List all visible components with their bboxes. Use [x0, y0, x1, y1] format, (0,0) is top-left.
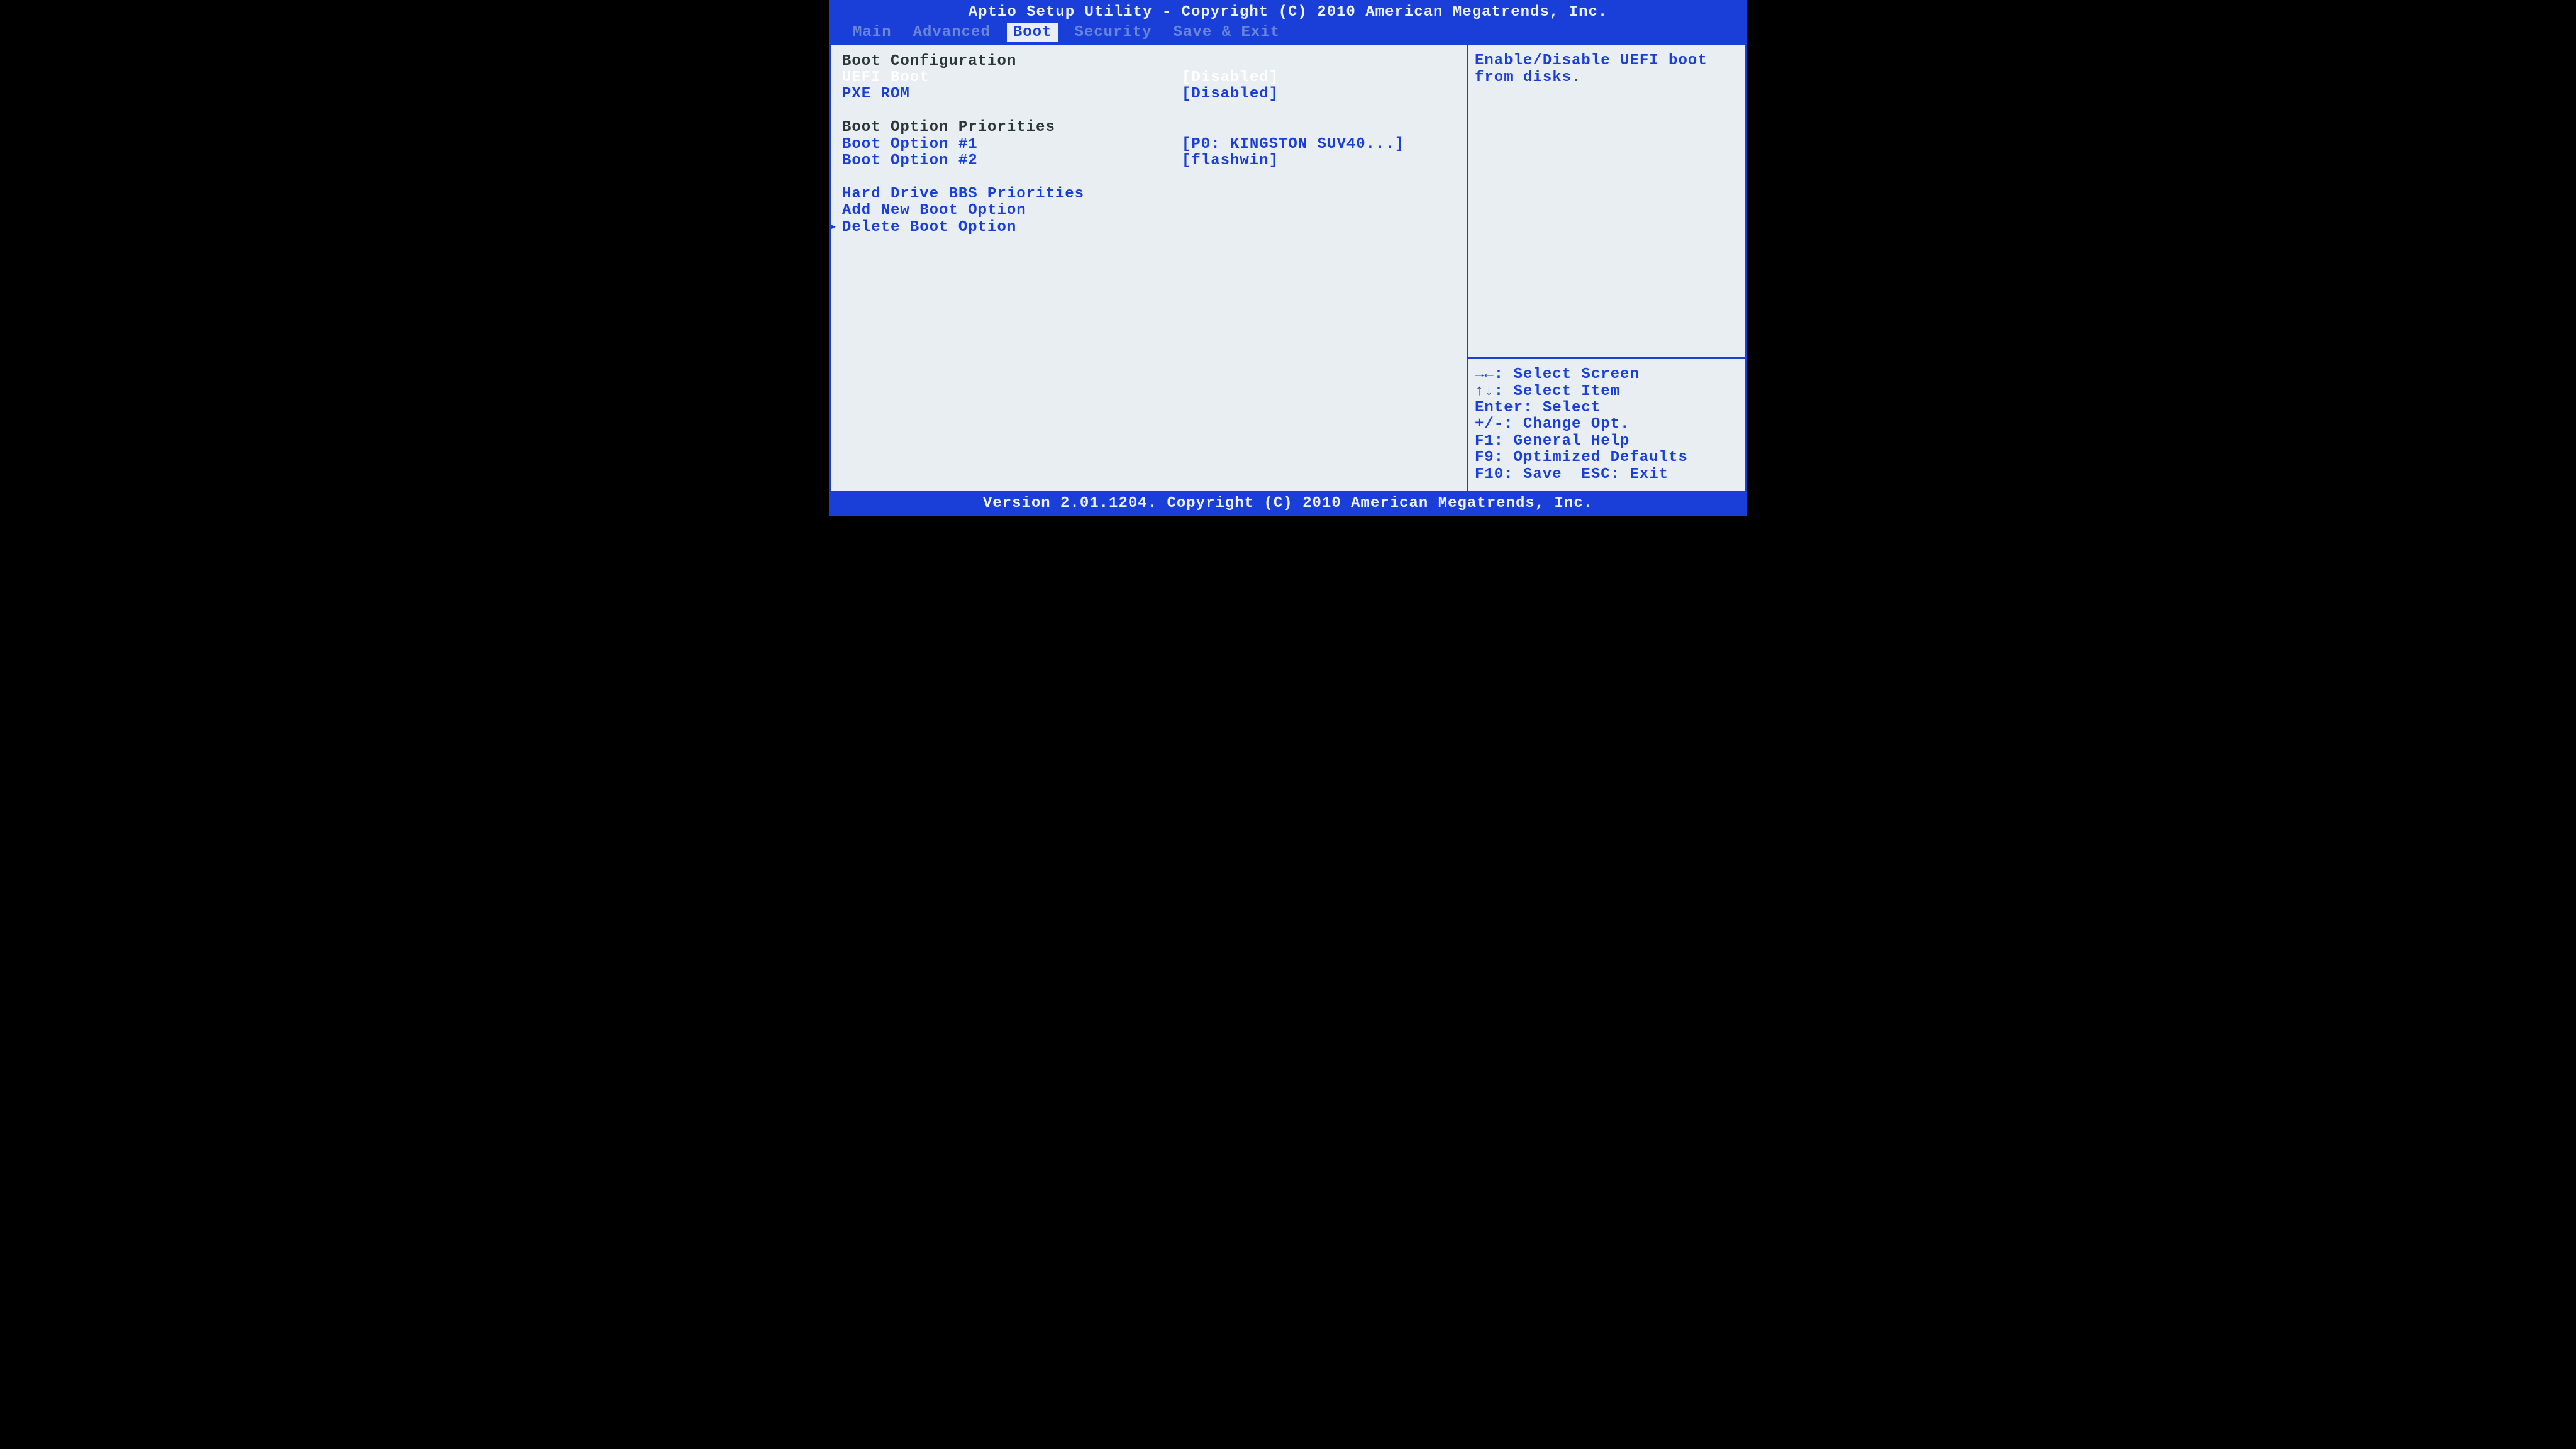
option-pxe-rom[interactable]: PXE ROM [Disabled]	[842, 86, 1455, 103]
option-boot-2[interactable]: Boot Option #2 [flashwin]	[842, 153, 1455, 169]
option-uefi-boot[interactable]: UEFI Boot [Disabled]	[842, 70, 1455, 86]
delete-boot-label: Delete Boot Option	[842, 219, 1182, 236]
nav-general-help: F1: General Help	[1475, 433, 1739, 450]
item-help-text: Enable/Disable UEFI boot from disks.	[1468, 45, 1745, 360]
help-pane: Enable/Disable UEFI boot from disks. →←:…	[1468, 45, 1745, 491]
submenu-add-boot[interactable]: Add New Boot Option	[842, 203, 1455, 219]
boot-2-value: [flashwin]	[1182, 153, 1279, 169]
nav-save-exit: F10: Save ESC: Exit	[1475, 467, 1739, 483]
body: Boot Configuration UEFI Boot [Disabled] …	[829, 45, 1747, 492]
pxe-rom-value: [Disabled]	[1182, 86, 1279, 103]
boot-2-label: Boot Option #2	[842, 153, 1182, 169]
spacer	[842, 169, 1455, 186]
uefi-boot-value: [Disabled]	[1182, 70, 1279, 86]
spacer	[842, 103, 1455, 119]
boot-priorities-header-label: Boot Option Priorities	[842, 119, 1182, 136]
footer-bar: Version 2.01.1204. Copyright (C) 2010 Am…	[829, 492, 1747, 516]
uefi-boot-label: UEFI Boot	[842, 70, 1182, 86]
pxe-rom-label: PXE ROM	[842, 86, 1182, 103]
nav-optimized-defaults: F9: Optimized Defaults	[1475, 450, 1739, 466]
title-bar: Aptio Setup Utility - Copyright (C) 2010…	[829, 0, 1747, 23]
bios-screen: Aptio Setup Utility - Copyright (C) 2010…	[829, 0, 1747, 516]
boot-1-label: Boot Option #1	[842, 136, 1182, 153]
navigation-help: →←: Select Screen ↑↓: Select Item Enter:…	[1468, 359, 1745, 491]
section-header-boot-priorities: Boot Option Priorities	[842, 119, 1455, 136]
tab-boot[interactable]: Boot	[1007, 23, 1058, 42]
add-boot-label: Add New Boot Option	[842, 203, 1182, 219]
tab-security[interactable]: Security	[1069, 23, 1157, 42]
nav-change-opt: +/-: Change Opt.	[1475, 416, 1739, 433]
nav-select-screen: →←: Select Screen	[1475, 367, 1739, 383]
option-boot-1[interactable]: Boot Option #1 [P0: KINGSTON SUV40...]	[842, 136, 1455, 153]
section-header-boot-config: Boot Configuration	[842, 53, 1455, 70]
tab-save-exit[interactable]: Save & Exit	[1169, 23, 1285, 42]
tab-main[interactable]: Main	[848, 23, 897, 42]
submenu-delete-boot[interactable]: ▸ Delete Boot Option	[842, 219, 1455, 236]
nav-enter: Enter: Select	[1475, 400, 1739, 416]
menu-bar: Main Advanced Boot Security Save & Exit	[829, 23, 1747, 45]
settings-pane: Boot Configuration UEFI Boot [Disabled] …	[831, 45, 1468, 491]
tab-advanced[interactable]: Advanced	[908, 23, 996, 42]
submenu-arrow-icon: ▸	[828, 219, 838, 236]
boot-config-header-label: Boot Configuration	[842, 53, 1182, 70]
nav-select-item: ↑↓: Select Item	[1475, 384, 1739, 400]
hd-bbs-label: Hard Drive BBS Priorities	[842, 186, 1182, 203]
boot-1-value: [P0: KINGSTON SUV40...]	[1182, 136, 1404, 153]
submenu-hd-bbs[interactable]: Hard Drive BBS Priorities	[842, 186, 1455, 203]
